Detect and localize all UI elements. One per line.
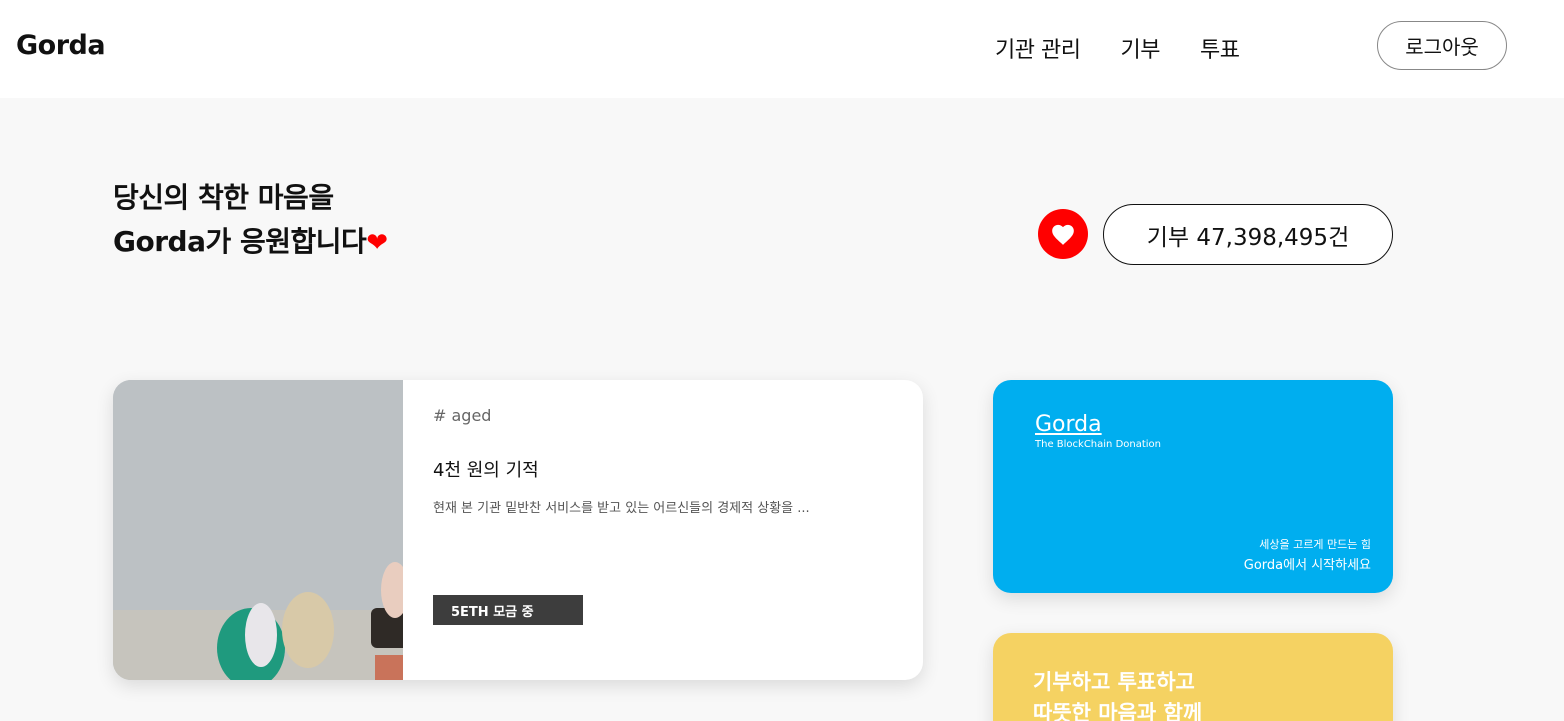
donation-count-badge: 기부 47,398,495건 bbox=[1103, 204, 1393, 265]
main-nav: 기관 관리 기부 투표 bbox=[995, 32, 1240, 64]
campaign-photo-illustration bbox=[113, 380, 403, 680]
nav-item-donate[interactable]: 기부 bbox=[1120, 32, 1160, 64]
campaign-description: 현재 본 기관 밑반찬 서비스를 받고 있는 어르신들의 경제적 상황을 ... bbox=[433, 501, 810, 516]
header: Gorda 기관 관리 기부 투표 로그아웃 bbox=[0, 0, 1564, 98]
promo-yellow-line1: 기부하고 투표하고 bbox=[1033, 670, 1195, 694]
heart-icon: ❤ bbox=[366, 228, 388, 258]
campaign-title[interactable]: 4천 원의 기적 bbox=[433, 456, 539, 482]
heart-icon bbox=[1052, 224, 1074, 245]
campaign-tag[interactable]: # aged bbox=[433, 406, 491, 425]
promo-card-blue[interactable]: Gorda The BlockChain Donation 세상을 고르게 만드… bbox=[993, 380, 1393, 593]
hero-title-line1: 당신의 착한 마음을 bbox=[113, 181, 334, 214]
nav-item-vote[interactable]: 투표 bbox=[1200, 32, 1240, 64]
campaign-body: # aged 4천 원의 기적 현재 본 기관 밑반찬 서비스를 받고 있는 어… bbox=[403, 380, 923, 680]
promo-subtitle: The BlockChain Donation bbox=[1035, 439, 1162, 450]
promo-yellow-text: 기부하고 투표하고 따뜻한 마음과 함께 bbox=[1033, 667, 1202, 721]
campaign-status-badge: 5ETH 모금 중 bbox=[433, 595, 583, 625]
promo-brand-link[interactable]: Gorda bbox=[1035, 412, 1102, 437]
hero-title-line2: Gorda가 응원합니다❤ bbox=[113, 220, 388, 265]
promo-yellow-line2: 따뜻한 마음과 함께 bbox=[1033, 701, 1203, 721]
logout-button[interactable]: 로그아웃 bbox=[1377, 21, 1507, 70]
campaign-card[interactable]: # aged 4천 원의 기적 현재 본 기관 밑반찬 서비스를 받고 있는 어… bbox=[113, 380, 923, 680]
hero-title-line2-text: Gorda가 응원합니다 bbox=[113, 225, 367, 258]
heart-badge bbox=[1038, 209, 1088, 259]
promo-tagline: 세상을 고르게 만드는 힘 bbox=[1259, 538, 1371, 551]
promo-cta-text: Gorda에서 시작하세요 bbox=[1243, 558, 1371, 573]
nav-item-institution-management[interactable]: 기관 관리 bbox=[995, 32, 1081, 64]
logo[interactable]: Gorda bbox=[16, 30, 106, 61]
promo-card-yellow[interactable]: 기부하고 투표하고 따뜻한 마음과 함께 bbox=[993, 633, 1393, 721]
campaign-photo bbox=[113, 380, 403, 680]
hero-title: 당신의 착한 마음을 Gorda가 응원합니다❤ bbox=[113, 176, 388, 265]
